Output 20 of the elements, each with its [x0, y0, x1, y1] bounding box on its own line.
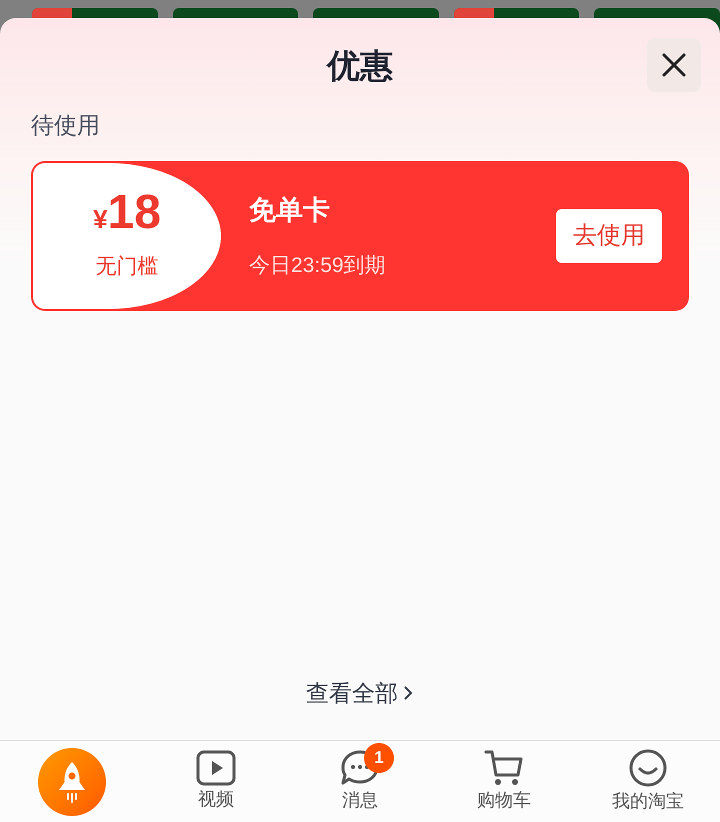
sheet-title: 优惠	[327, 46, 393, 86]
section-label: 待使用	[30, 111, 101, 140]
rocket-icon[interactable]	[38, 748, 106, 816]
unread-badge: 1	[364, 743, 394, 773]
nav-label[interactable]: 消息	[342, 787, 378, 814]
smiley-icon[interactable]	[628, 748, 668, 788]
close-icon	[662, 53, 686, 77]
chevron-right-icon	[402, 684, 414, 702]
nav-label[interactable]: 视频	[198, 786, 234, 813]
play-icon[interactable]	[196, 750, 236, 786]
coupon-amount: ¥18	[93, 188, 161, 237]
view-all-link[interactable]: 查看全部	[306, 676, 414, 710]
nav-label[interactable]: 我的淘宝	[612, 788, 684, 815]
nav-label[interactable]: 购物车	[477, 787, 531, 814]
cart-icon[interactable]	[484, 749, 524, 787]
coupon-condition: 无门槛	[96, 254, 158, 280]
close-button[interactable]	[647, 38, 701, 92]
coupon-expiry: 今日23:59到期	[249, 253, 387, 279]
coupon-name: 免单卡	[249, 194, 331, 226]
use-coupon-button[interactable]: 去使用	[556, 208, 662, 262]
